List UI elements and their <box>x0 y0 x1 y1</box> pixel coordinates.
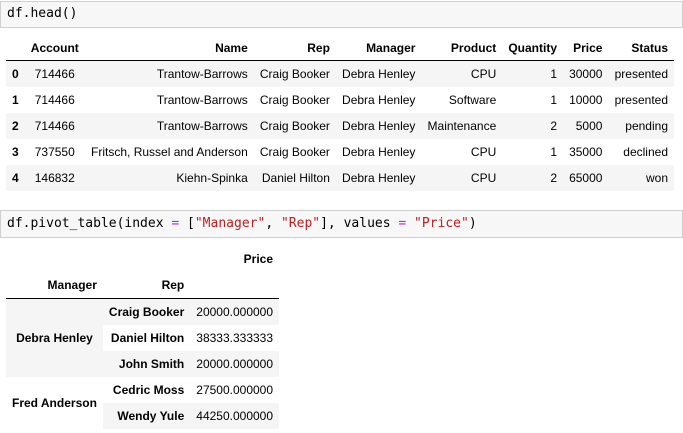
row-index: 0 <box>12 66 19 81</box>
code-string: "Manager" <box>194 216 266 231</box>
code-cell-pivot[interactable]: df.pivot_table(index = ["Manager", "Rep"… <box>0 210 683 238</box>
blank-header <box>6 246 103 272</box>
cell-manager: Debra Henley <box>342 144 416 159</box>
cell-name: Trantow-Barrows <box>156 66 248 81</box>
head-dataframe-table: Account Name Rep Manager Product Quantit… <box>6 35 674 191</box>
code-token: ) <box>468 216 477 231</box>
cell-manager: Debra Henley <box>342 170 416 185</box>
cell-price: 20000.000000 <box>190 351 280 377</box>
code-text: df.head() <box>7 6 78 21</box>
code-token: , <box>265 216 281 231</box>
cell-product: CPU <box>470 144 497 159</box>
row-index: 2 <box>12 118 19 133</box>
table-row: 4 146832 Kiehn-Spinka Daniel Hilton Debr… <box>6 164 674 191</box>
pivot-dataframe-table: Price Manager Rep Debra Henley Craig Boo… <box>6 246 280 429</box>
code-string: "Price" <box>414 216 469 231</box>
code-cell-head[interactable]: df.head() <box>0 1 683 28</box>
row-index-rep: Daniel Hilton <box>110 331 185 345</box>
cell-rep: Craig Booker <box>259 92 330 107</box>
cell-price: 30000 <box>569 66 603 81</box>
cell-account: 146832 <box>34 170 75 185</box>
row-index-rep: Craig Booker <box>102 298 191 325</box>
row-index-rep: Cedric Moss <box>112 383 185 397</box>
table-row: 2 714466 Trantow-Barrows Craig Booker De… <box>6 112 674 139</box>
table-row: Fred Anderson Cedric Moss 27500.000000 <box>6 377 279 410</box>
cell-quantity: 2 <box>550 118 557 133</box>
cell-price: 44250.000000 <box>190 403 280 429</box>
cell-name: Kiehn-Spinka <box>176 170 248 185</box>
cell-price: 35000 <box>569 144 603 159</box>
index-name: Rep <box>102 272 191 299</box>
cell-name: Fritsch, Russel and Anderson <box>91 144 248 159</box>
row-index-rep: John Smith <box>102 351 191 377</box>
row-index-manager: Fred Anderson <box>12 396 97 410</box>
index-header <box>6 35 25 61</box>
cell-status: presented <box>614 92 668 107</box>
cell-quantity: 1 <box>550 144 557 159</box>
table-header-row: Price <box>6 246 279 272</box>
table-row: Debra Henley Craig Booker 20000.000000 <box>6 298 280 377</box>
table-header-row: Account Name Rep Manager Product Quantit… <box>6 35 674 61</box>
cell-name: Trantow-Barrows <box>156 92 248 107</box>
cell-product: Maintenance <box>427 118 497 133</box>
cell-price: 20000.000000 <box>190 298 280 325</box>
cell-price: 10000 <box>569 92 603 107</box>
table-row: 1 714466 Trantow-Barrows Craig Booker De… <box>6 87 674 113</box>
blank-header <box>190 272 280 299</box>
cell-product: Software <box>448 92 497 107</box>
cell-status: declined <box>623 144 668 159</box>
cell-account: 714466 <box>34 118 75 133</box>
cell-price: 65000 <box>569 170 603 185</box>
column-header: Quantity <box>502 35 563 61</box>
table-row: 3 737550 Fritsch, Russel and Anderson Cr… <box>6 139 674 165</box>
column-header: Account <box>24 35 85 61</box>
cell-price: 5000 <box>575 118 603 133</box>
cell-manager: Debra Henley <box>342 66 416 81</box>
column-header: Status <box>608 35 674 61</box>
cell-rep: Craig Booker <box>259 118 330 133</box>
row-index: 4 <box>12 170 19 185</box>
column-header: Product <box>421 35 503 61</box>
index-name: Manager <box>6 272 103 299</box>
code-token: [ <box>179 216 195 231</box>
column-header: Name <box>84 35 254 61</box>
code-string: "Rep" <box>280 216 321 231</box>
cell-quantity: 2 <box>550 170 557 185</box>
code-token: df.pivot_table(index <box>7 216 172 231</box>
cell-account: 737550 <box>34 144 75 159</box>
row-index-rep: Wendy Yule <box>102 403 191 429</box>
cell-price: 27500.000000 <box>196 383 274 397</box>
cell-quantity: 1 <box>550 92 557 107</box>
cell-quantity: 1 <box>550 66 557 81</box>
table-row: 0 714466 Trantow-Barrows Craig Booker De… <box>6 60 674 87</box>
column-header: Manager <box>335 35 422 61</box>
blank-header <box>103 246 190 272</box>
row-index: 1 <box>12 92 19 107</box>
cell-status: pending <box>625 118 668 133</box>
cell-product: CPU <box>470 66 497 81</box>
cell-rep: Daniel Hilton <box>261 170 330 185</box>
cell-name: Trantow-Barrows <box>156 118 248 133</box>
cell-status: presented <box>614 66 668 81</box>
column-header: Price <box>563 35 609 61</box>
cell-account: 714466 <box>34 66 75 81</box>
cell-product: CPU <box>470 170 497 185</box>
cell-manager: Debra Henley <box>342 92 416 107</box>
code-token: ], values <box>320 216 399 231</box>
cell-rep: Craig Booker <box>259 66 330 81</box>
cell-account: 714466 <box>34 92 75 107</box>
code-text: df.pivot_table(index = ["Manager", "Rep"… <box>7 216 477 231</box>
row-index: 3 <box>12 144 19 159</box>
cell-manager: Debra Henley <box>342 118 416 133</box>
cell-rep: Craig Booker <box>259 144 330 159</box>
column-header: Price <box>243 252 274 266</box>
column-header: Rep <box>253 35 336 61</box>
cell-price: 38333.333333 <box>196 331 274 345</box>
row-index-manager: Debra Henley <box>6 298 103 377</box>
cell-status: won <box>645 170 668 185</box>
index-name-row: Manager Rep <box>6 272 280 299</box>
